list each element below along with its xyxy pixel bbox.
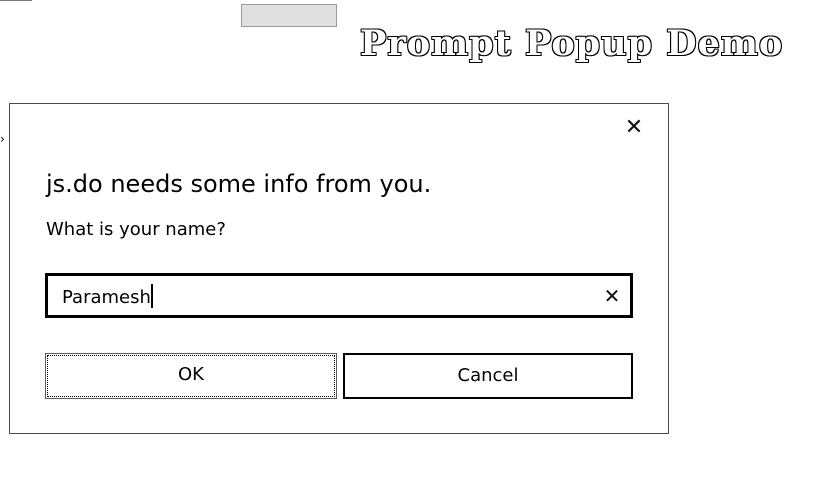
dialog-heading: js.do needs some info from you.	[46, 170, 432, 198]
ok-button[interactable]: OK	[45, 353, 337, 399]
clear-icon[interactable]: ✕	[600, 283, 624, 309]
dialog-prompt-label: What is your name?	[46, 219, 226, 240]
cancel-button[interactable]: Cancel	[343, 353, 633, 399]
close-icon[interactable]: ✕	[622, 116, 646, 140]
page-button[interactable]	[241, 4, 337, 27]
prompt-dialog: ✕ js.do needs some info from you. What i…	[9, 103, 669, 434]
top-divider	[0, 0, 32, 1]
text-caret	[150, 284, 153, 308]
left-edge-marker: ›	[0, 132, 5, 146]
name-input-value: Paramesh	[62, 287, 151, 308]
name-input-field[interactable]: Paramesh ✕	[45, 273, 633, 318]
page-title: Prompt Popup Demo	[360, 23, 784, 64]
name-input[interactable]: Paramesh	[62, 284, 582, 310]
